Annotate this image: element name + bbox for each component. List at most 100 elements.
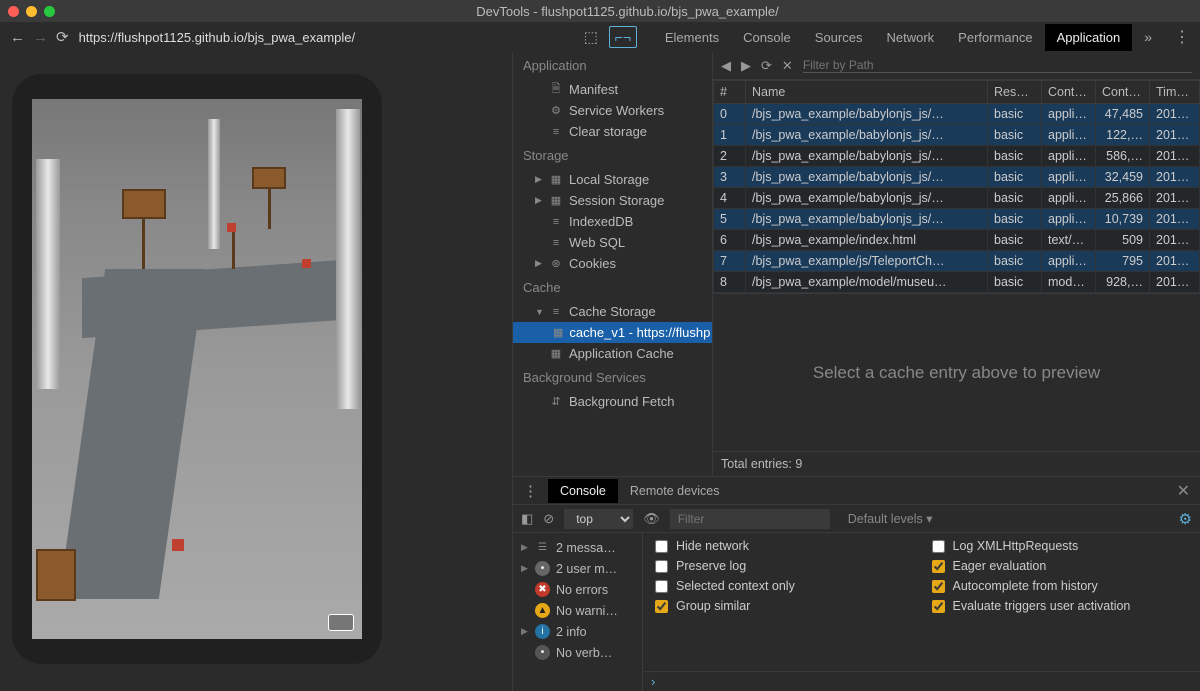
- sidebar-item-manifest[interactable]: 🗎Manifest: [513, 79, 712, 100]
- window-title: DevTools - flushpot1125.github.io/bjs_pw…: [63, 4, 1192, 19]
- sidebar-item-local-storage[interactable]: ▶▦Local Storage: [513, 169, 712, 190]
- menu-icon[interactable]: ⋮: [1164, 27, 1200, 47]
- address-bar[interactable]: https://flushpot1125.github.io/bjs_pwa_e…: [79, 30, 571, 45]
- sidebar-item-background-fetch[interactable]: ⇵Background Fetch: [513, 391, 712, 412]
- msg-filter-msg[interactable]: ▶☰2 messa…: [513, 537, 642, 558]
- section-storage: Storage: [513, 142, 712, 169]
- sidebar-item-web-sql[interactable]: ≡Web SQL: [513, 232, 712, 253]
- minimize-window-icon[interactable]: [26, 6, 37, 17]
- msg-filter-warn[interactable]: ▲No warni…: [513, 600, 642, 621]
- filter-input[interactable]: [803, 58, 1192, 73]
- sidebar-item-cookies[interactable]: ▶⊛Cookies: [513, 253, 712, 274]
- refresh-icon[interactable]: ⟳: [761, 58, 772, 74]
- table-row[interactable]: 7/bjs_pwa_example/js/TeleportCh…basicapp…: [714, 251, 1200, 272]
- checkbox[interactable]: [655, 580, 668, 593]
- sidebar-item-cache-storage[interactable]: ▼≡Cache Storage: [513, 301, 712, 322]
- section-cache: Cache: [513, 274, 712, 301]
- forward-icon[interactable]: →: [33, 29, 48, 46]
- back-icon[interactable]: ←: [10, 29, 25, 46]
- table-row[interactable]: 8/bjs_pwa_example/model/museu…basicmod…9…: [714, 272, 1200, 293]
- close-window-icon[interactable]: [8, 6, 19, 17]
- msg-filter-err[interactable]: ✖No errors: [513, 579, 642, 600]
- reload-icon[interactable]: ⟳: [56, 28, 69, 46]
- console-prompt[interactable]: ›: [643, 671, 1200, 691]
- clear-console-icon[interactable]: ⊘: [543, 511, 554, 527]
- tab-application[interactable]: Application: [1045, 24, 1133, 51]
- user-icon: •: [535, 561, 550, 576]
- grid-icon: ▦: [549, 347, 563, 361]
- device-toggle-icon[interactable]: ⌐¬: [609, 26, 637, 48]
- window-controls: [8, 6, 55, 17]
- table-row[interactable]: 3/bjs_pwa_example/babylonjs_js/…basicapp…: [714, 167, 1200, 188]
- tab-performance[interactable]: Performance: [946, 24, 1044, 51]
- sidebar-item-clear-storage[interactable]: ≡Clear storage: [513, 121, 712, 142]
- sidebar-toggle-icon[interactable]: ◧: [521, 511, 533, 527]
- prev-icon[interactable]: ◀: [721, 58, 731, 74]
- checkbox[interactable]: [655, 600, 668, 613]
- navbar: ← → ⟳ https://flushpot1125.github.io/bjs…: [0, 22, 1200, 52]
- table-row[interactable]: 5/bjs_pwa_example/babylonjs_js/…basicapp…: [714, 209, 1200, 230]
- tab-elements[interactable]: Elements: [653, 24, 731, 51]
- warn-icon: ▲: [535, 603, 550, 618]
- checkbox[interactable]: [932, 540, 945, 553]
- msg-icon: ☰: [535, 540, 550, 555]
- tab-console[interactable]: Console: [731, 24, 803, 51]
- table-row[interactable]: 6/bjs_pwa_example/index.htmlbasictext/…5…: [714, 230, 1200, 251]
- close-drawer-icon[interactable]: ✕: [1167, 481, 1200, 501]
- vr-icon[interactable]: [328, 614, 354, 631]
- console-filter-input[interactable]: [670, 509, 830, 529]
- cookie-icon: ⊛: [549, 257, 563, 271]
- col-header[interactable]: Res…: [988, 81, 1042, 104]
- checkbox[interactable]: [932, 600, 945, 613]
- col-header[interactable]: Time…: [1150, 81, 1200, 104]
- verb-icon: •: [535, 645, 550, 660]
- setting-eager-evaluation[interactable]: Eager evaluation: [932, 559, 1189, 573]
- msg-filter-info[interactable]: ▶i2 info: [513, 621, 642, 642]
- checkbox[interactable]: [655, 540, 668, 553]
- console-settings-icon[interactable]: ⚙: [1179, 510, 1192, 528]
- setting-preserve-log[interactable]: Preserve log: [655, 559, 912, 573]
- col-header[interactable]: Cont…: [1042, 81, 1096, 104]
- inspect-icon[interactable]: ⬚: [577, 28, 605, 46]
- checkbox[interactable]: [932, 560, 945, 573]
- sidebar-item-service-workers[interactable]: ⚙Service Workers: [513, 100, 712, 121]
- delete-icon[interactable]: ✕: [782, 58, 793, 74]
- sidebar-item-indexeddb[interactable]: ≡IndexedDB: [513, 211, 712, 232]
- drawer-tab-remote-devices[interactable]: Remote devices: [618, 479, 732, 503]
- log-levels[interactable]: Default levels ▾: [848, 511, 933, 526]
- tab-network[interactable]: Network: [874, 24, 946, 51]
- setting-evaluate-triggers-user-activation[interactable]: Evaluate triggers user activation: [932, 599, 1189, 613]
- col-header[interactable]: Name: [746, 81, 988, 104]
- eye-icon[interactable]: 👁: [643, 511, 660, 527]
- sidebar-item-application-cache[interactable]: ▦Application Cache: [513, 343, 712, 364]
- setting-selected-context-only[interactable]: Selected context only: [655, 579, 912, 593]
- tab-sources[interactable]: Sources: [803, 24, 875, 51]
- zoom-window-icon[interactable]: [44, 6, 55, 17]
- checkbox[interactable]: [655, 560, 668, 573]
- col-header[interactable]: #: [714, 81, 746, 104]
- cache-table: #NameRes…Cont…Cont…Time… 0/bjs_pwa_examp…: [713, 80, 1200, 293]
- msg-filter-user[interactable]: ▶•2 user m…: [513, 558, 642, 579]
- sidebar-item-cache-v1-https-flushp[interactable]: ▦cache_v1 - https://flushp: [513, 322, 712, 343]
- app-screen[interactable]: [32, 99, 362, 639]
- setting-group-similar[interactable]: Group similar: [655, 599, 912, 613]
- setting-log-xmlhttprequests[interactable]: Log XMLHttpRequests: [932, 539, 1189, 553]
- table-row[interactable]: 0/bjs_pwa_example/babylonjs_js/…basicapp…: [714, 104, 1200, 125]
- next-icon[interactable]: ▶: [741, 58, 751, 74]
- devtools-tabs: ElementsConsoleSourcesNetworkPerformance…: [653, 22, 1132, 52]
- more-tabs-icon[interactable]: »: [1132, 29, 1164, 45]
- drawer-menu-icon[interactable]: ⋮: [513, 482, 548, 500]
- drawer-tab-console[interactable]: Console: [548, 479, 618, 503]
- table-row[interactable]: 1/bjs_pwa_example/babylonjs_js/…basicapp…: [714, 125, 1200, 146]
- device-preview: [0, 52, 512, 691]
- message-filter-list: ▶☰2 messa…▶•2 user m…✖No errors▲No warni…: [513, 533, 643, 691]
- setting-autocomplete-from-history[interactable]: Autocomplete from history: [932, 579, 1189, 593]
- checkbox[interactable]: [932, 580, 945, 593]
- setting-hide-network[interactable]: Hide network: [655, 539, 912, 553]
- msg-filter-verb[interactable]: •No verb…: [513, 642, 642, 663]
- col-header[interactable]: Cont…: [1096, 81, 1150, 104]
- table-row[interactable]: 2/bjs_pwa_example/babylonjs_js/…basicapp…: [714, 146, 1200, 167]
- context-select[interactable]: top: [564, 509, 633, 529]
- table-row[interactable]: 4/bjs_pwa_example/babylonjs_js/…basicapp…: [714, 188, 1200, 209]
- sidebar-item-session-storage[interactable]: ▶▦Session Storage: [513, 190, 712, 211]
